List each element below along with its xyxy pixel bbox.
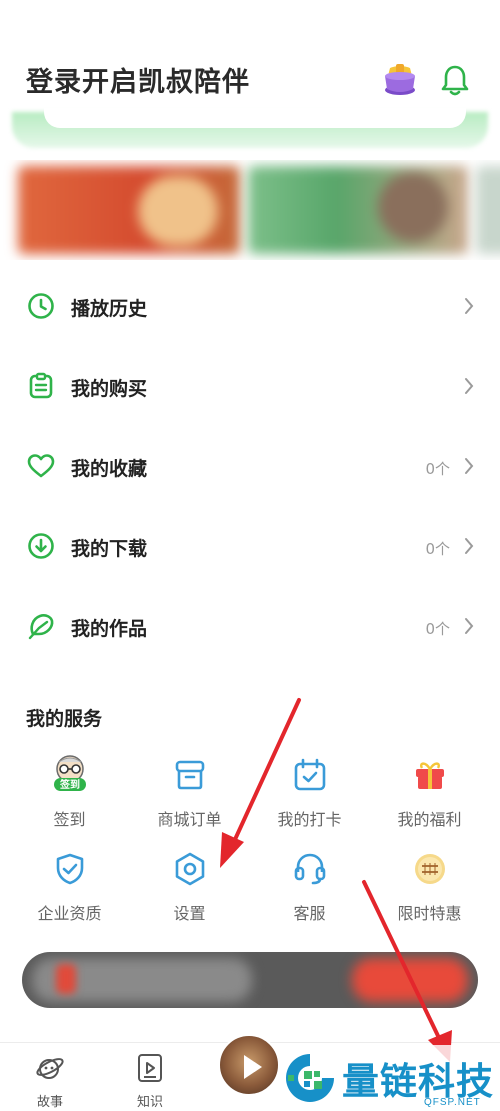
promo-banner-2[interactable] — [248, 166, 468, 254]
service-customer-support[interactable]: 客服 — [247, 852, 372, 944]
menu-item-favorites[interactable]: 我的收藏 0个 — [0, 426, 500, 506]
menu-item-downloads[interactable]: 我的下载 0个 — [0, 506, 500, 586]
calendar-check-icon — [294, 758, 326, 791]
chevron-right-icon — [465, 458, 474, 474]
order-box-icon — [175, 760, 205, 790]
download-icon — [28, 533, 54, 559]
clock-icon — [28, 293, 54, 319]
shield-check-icon — [56, 853, 84, 885]
check-in-avatar-icon: 签到 — [54, 755, 86, 791]
mini-player-bar[interactable] — [22, 952, 478, 1008]
bell-icon[interactable] — [441, 64, 469, 96]
play-icon — [244, 1055, 262, 1079]
works-count: 0个 — [425, 620, 450, 638]
service-label: 企业资质 — [37, 904, 102, 923]
service-label: 设置 — [173, 904, 206, 923]
service-my-benefits[interactable]: 我的福利 — [367, 758, 492, 850]
menu-item-label: 我的下载 — [71, 538, 148, 560]
service-label: 限时特惠 — [397, 904, 462, 923]
clipboard-icon — [29, 372, 53, 399]
downloads-count: 0个 — [425, 540, 450, 558]
menu-item-label: 我的作品 — [71, 618, 148, 640]
services-section-title: 我的服务 — [26, 708, 103, 730]
chevron-right-icon — [465, 618, 474, 634]
video-play-icon — [138, 1054, 162, 1082]
menu-item-label: 我的购买 — [71, 378, 148, 400]
favorites-count: 0个 — [425, 460, 450, 478]
chevron-right-icon — [465, 378, 474, 394]
service-enterprise-qualification[interactable]: 企业资质 — [7, 852, 132, 944]
gift-icon — [416, 762, 444, 789]
service-label: 签到 — [53, 810, 86, 829]
menu-item-label: 播放历史 — [71, 298, 148, 320]
watermark: 量链科技 QFSP.NET — [282, 1045, 500, 1111]
service-check-in[interactable]: 签到 签到 — [7, 755, 132, 850]
heart-icon — [27, 454, 55, 478]
headset-icon — [294, 853, 326, 885]
service-label: 商城订单 — [157, 810, 222, 829]
chevron-right-icon — [465, 538, 474, 554]
check-in-badge: 签到 — [59, 778, 80, 791]
service-label: 我的福利 — [397, 810, 462, 829]
gift-box-icon[interactable] — [380, 58, 420, 98]
now-playing-avatar[interactable] — [218, 1034, 280, 1096]
menu-item-purchases[interactable]: 我的购买 — [0, 346, 500, 426]
service-mall-orders[interactable]: 商城订单 — [127, 758, 252, 850]
chevron-right-icon — [465, 298, 474, 314]
watermark-logo-icon — [286, 1054, 334, 1102]
service-limited-offer[interactable]: 限时特惠 — [367, 852, 492, 944]
service-label: 我的打卡 — [277, 810, 342, 829]
tab-label: 故事 — [36, 1095, 63, 1110]
promo-banner-1[interactable] — [18, 166, 240, 254]
menu-item-label: 我的收藏 — [71, 458, 148, 480]
profile-header: 登录开启凯叔陪伴 — [0, 0, 500, 120]
member-card-inner — [44, 108, 466, 128]
service-settings[interactable]: 设置 — [127, 852, 252, 944]
menu-item-works[interactable]: 我的作品 0个 — [0, 586, 500, 666]
promo-banner-3[interactable] — [476, 166, 500, 254]
tab-knowledge[interactable]: 知识 — [120, 1053, 180, 1111]
tab-stories[interactable]: 故事 — [20, 1053, 80, 1111]
tab-label: 知识 — [136, 1095, 163, 1110]
leaf-icon — [28, 614, 54, 640]
planet-icon — [36, 1058, 64, 1079]
promo-badge-icon — [415, 854, 445, 884]
service-label: 客服 — [293, 904, 326, 923]
service-my-checkin[interactable]: 我的打卡 — [247, 758, 372, 850]
login-prompt-title[interactable]: 登录开启凯叔陪伴 — [26, 60, 250, 99]
settings-hexagon-icon — [175, 852, 205, 886]
watermark-subtext: QFSP.NET — [424, 1097, 481, 1108]
menu-item-play-history[interactable]: 播放历史 — [0, 266, 500, 346]
promo-banner-carousel[interactable] — [0, 160, 500, 260]
